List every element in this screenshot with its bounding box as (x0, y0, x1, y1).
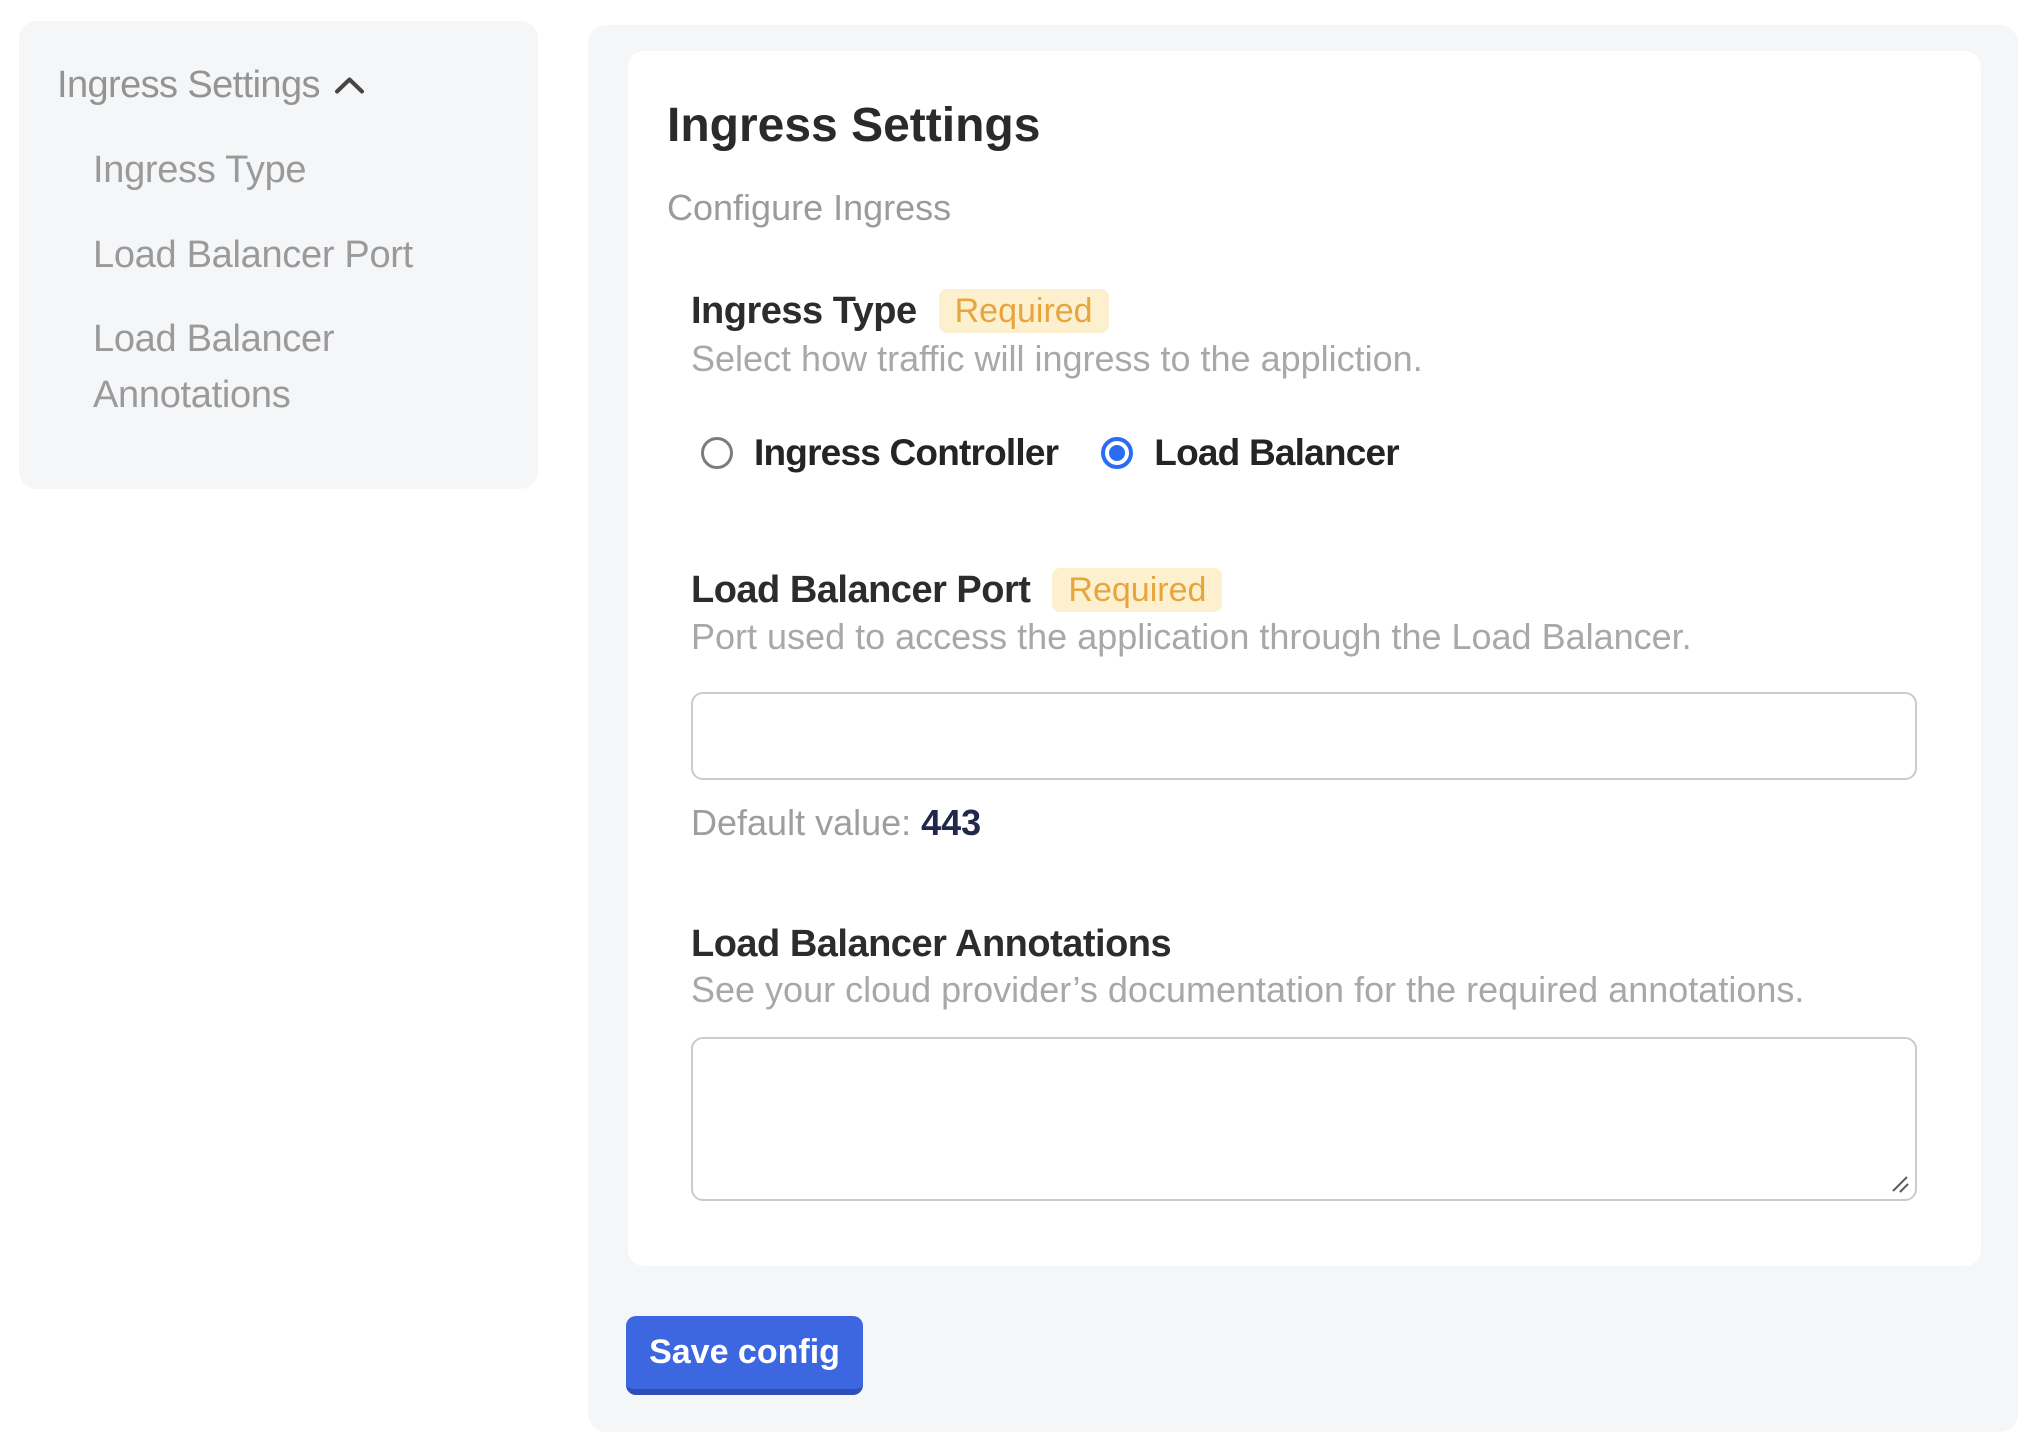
lb-port-label: Load Balancer Port (691, 569, 1030, 612)
radio-ingress-controller[interactable] (701, 437, 733, 469)
default-label: Default value: (691, 802, 911, 843)
card-subtitle: Configure Ingress (667, 186, 951, 230)
ingress-settings-card: Ingress Settings Configure Ingress Ingre… (628, 51, 1981, 1266)
ingress-type-radio-group: Ingress Controller Load Balancer (701, 429, 1399, 477)
lb-annotations-textarea[interactable] (691, 1037, 1917, 1201)
lb-port-default: Default value:443 (691, 801, 981, 845)
radio-dot (1109, 445, 1125, 461)
ingress-type-section-heading: Ingress Type Required (691, 287, 1109, 335)
sidebar-item-load-balancer-annotations[interactable]: Load Balancer Annotations (93, 311, 503, 423)
radio-load-balancer[interactable] (1101, 437, 1133, 469)
lb-annotations-label: Load Balancer Annotations (691, 923, 1171, 966)
lb-port-section-heading: Load Balancer Port Required (691, 566, 1222, 614)
required-badge: Required (1052, 568, 1222, 612)
sidebar-item-load-balancer-port[interactable]: Load Balancer Port (93, 227, 503, 283)
card-title: Ingress Settings (667, 98, 1040, 154)
save-config-button[interactable]: Save config (626, 1316, 863, 1395)
radio-label-load-balancer[interactable]: Load Balancer (1154, 432, 1399, 474)
ingress-type-label: Ingress Type (691, 290, 917, 333)
lb-annotations-section-heading: Load Balancer Annotations (691, 920, 1171, 968)
lb-annotations-help: See your cloud provider’s documentation … (691, 968, 1804, 1012)
radio-label-ingress-controller[interactable]: Ingress Controller (754, 432, 1058, 474)
sidebar-section-label: Ingress Settings (57, 61, 320, 109)
main-panel: Ingress Settings Configure Ingress Ingre… (588, 25, 2018, 1432)
chevron-up-icon (334, 76, 365, 95)
sidebar-item-ingress-type[interactable]: Ingress Type (93, 142, 503, 198)
lb-port-help: Port used to access the application thro… (691, 615, 1692, 659)
required-badge: Required (939, 289, 1109, 333)
ingress-type-help: Select how traffic will ingress to the a… (691, 337, 1423, 381)
sidebar-section-ingress-settings[interactable]: Ingress Settings (57, 61, 365, 109)
lb-port-input[interactable] (691, 692, 1917, 780)
settings-nav-sidebar: Ingress Settings Ingress Type Load Balan… (19, 21, 538, 489)
resize-handle-icon[interactable] (1890, 1174, 1910, 1194)
default-value: 443 (921, 802, 981, 843)
